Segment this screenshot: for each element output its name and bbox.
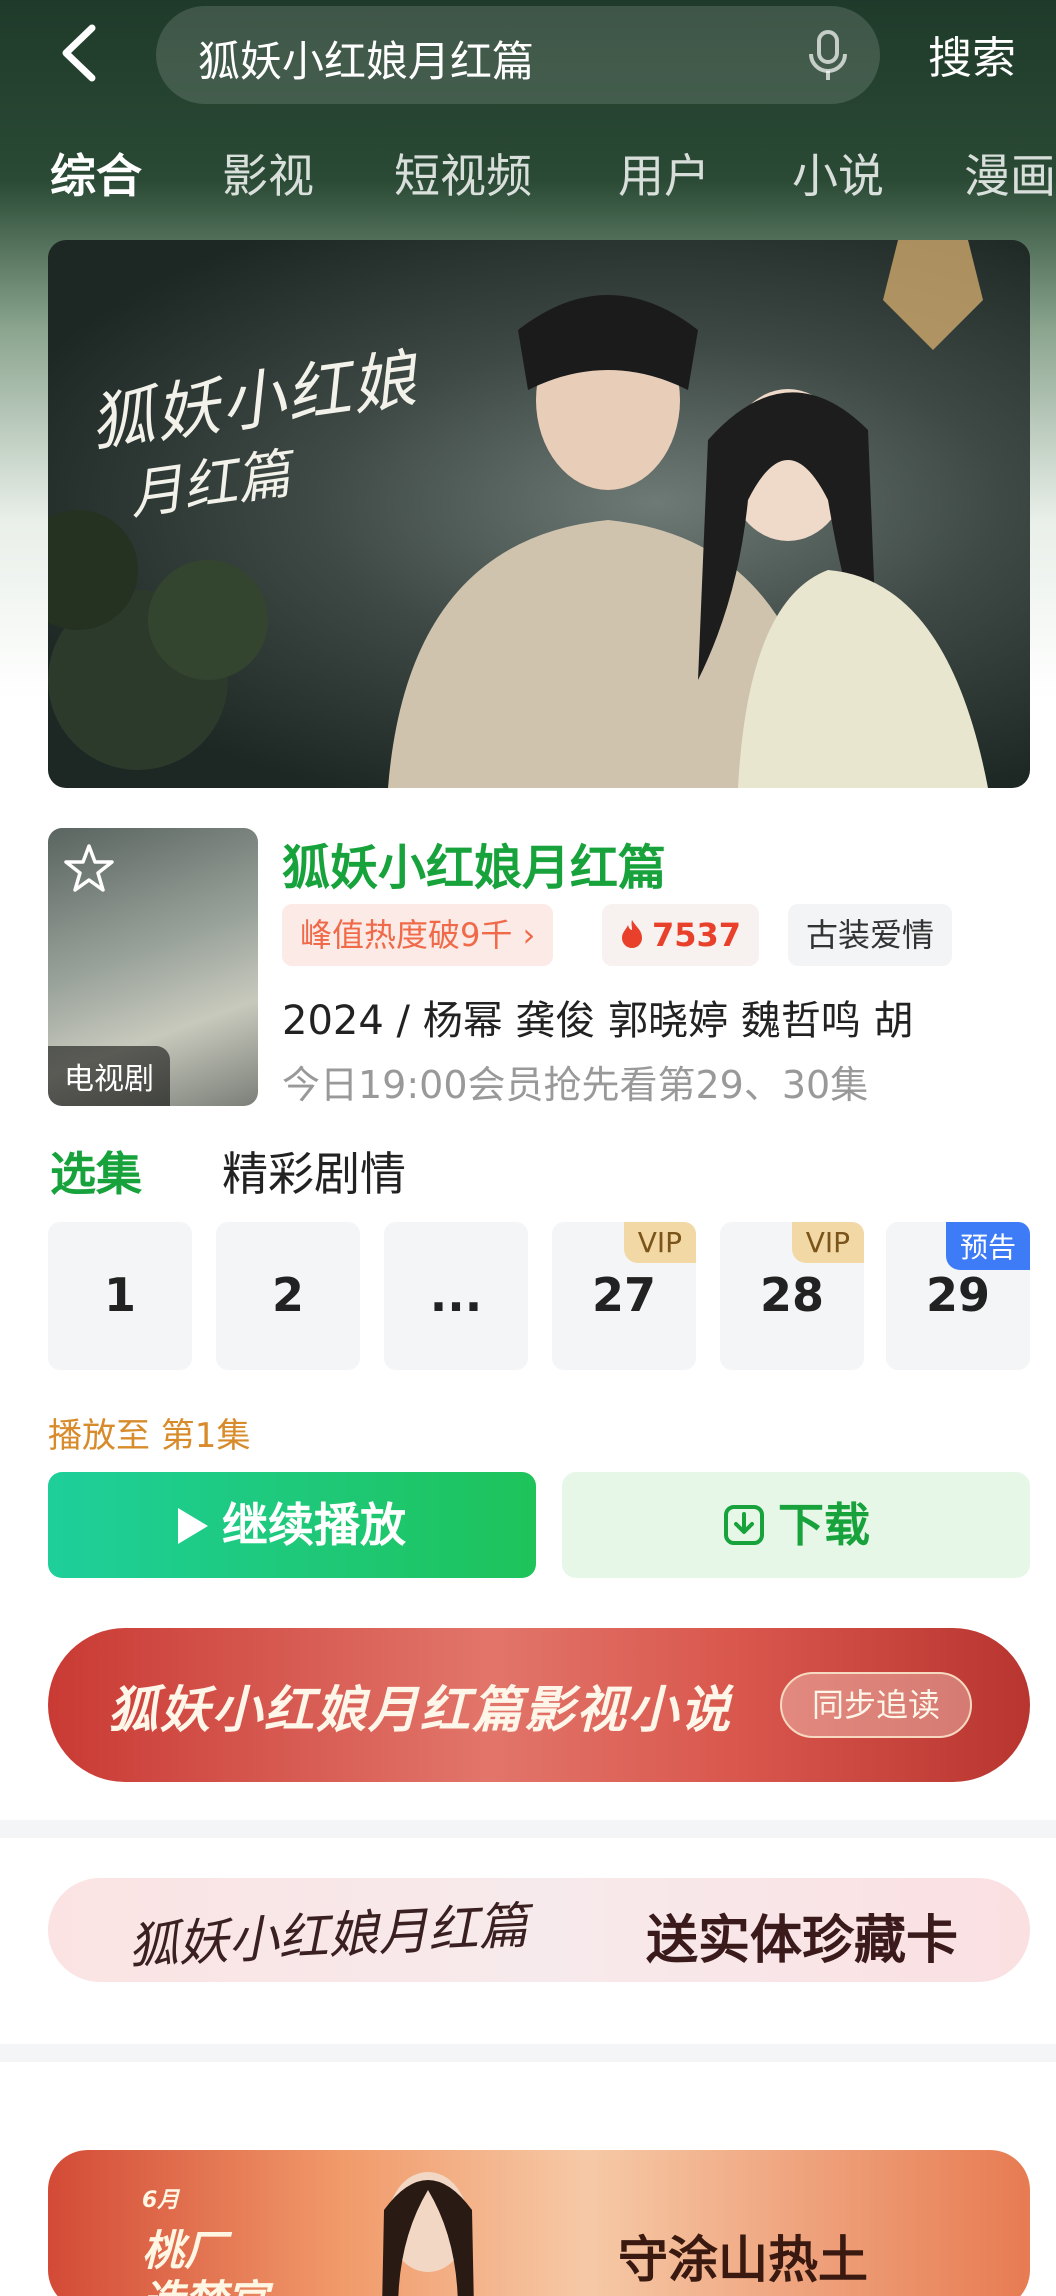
tab-highlights[interactable]: 精彩剧情 bbox=[222, 1138, 406, 1204]
episode-item-ellipsis[interactable]: ... bbox=[384, 1222, 528, 1370]
dream-month: 6月 bbox=[142, 2188, 180, 2213]
chevron-left-icon bbox=[62, 24, 96, 82]
episode-list: 1 2 ... VIP 27 VIP 28 预告 29 bbox=[48, 1222, 1030, 1370]
card-banner-promo: 送实体珍藏卡 bbox=[646, 1911, 959, 1971]
continue-play-label: 继续播放 bbox=[222, 1498, 406, 1552]
card-banner-title: 狐妖小红娘月红篇 bbox=[126, 1896, 530, 1976]
update-notice: 今日19:00会员抢先看第29、30集 bbox=[282, 1063, 869, 1107]
episode-item[interactable]: 1 bbox=[48, 1222, 192, 1370]
episode-number: 1 bbox=[103, 1268, 136, 1322]
type-badge: 电视剧 bbox=[48, 1046, 170, 1106]
show-title[interactable]: 狐妖小红娘月红篇 bbox=[282, 828, 666, 898]
episode-item[interactable]: 预告 29 bbox=[886, 1222, 1030, 1370]
vip-badge: VIP bbox=[791, 1222, 864, 1263]
episode-item[interactable]: 2 bbox=[216, 1222, 360, 1370]
download-icon bbox=[724, 1505, 764, 1545]
heat-count-tag: 7537 bbox=[602, 904, 760, 966]
actress-portrait bbox=[382, 2172, 474, 2296]
heat-count: 7537 bbox=[652, 916, 742, 954]
novel-banner[interactable]: 狐妖小红娘月红篇影视小说 同步追读 bbox=[48, 1628, 1030, 1782]
show-poster[interactable]: 狐妖小红娘 月红篇 bbox=[48, 240, 1030, 788]
download-button[interactable]: 下载 bbox=[562, 1472, 1030, 1578]
star-icon[interactable] bbox=[62, 842, 116, 896]
show-meta: 2024 / 杨幂 龚俊 郭晓婷 魏哲鸣 胡 bbox=[282, 998, 914, 1044]
tab-all[interactable]: 综合 bbox=[50, 140, 142, 206]
episode-number: 27 bbox=[591, 1268, 656, 1322]
section-divider bbox=[0, 2044, 1056, 2062]
episode-number: ... bbox=[429, 1268, 483, 1322]
episode-number: 2 bbox=[271, 1268, 304, 1322]
download-label: 下载 bbox=[778, 1498, 870, 1552]
episode-item[interactable]: VIP 28 bbox=[720, 1222, 864, 1370]
collector-card-banner[interactable]: 狐妖小红娘月红篇 送实体珍藏卡 bbox=[48, 1878, 1030, 1982]
novel-banner-text: 狐妖小红娘月红篇影视小说 bbox=[108, 1681, 732, 1739]
tab-comics[interactable]: 漫画 bbox=[964, 140, 1056, 206]
search-input[interactable]: 狐妖小红娘月红篇 bbox=[156, 6, 880, 104]
search-button[interactable]: 搜索 bbox=[928, 22, 1016, 86]
vip-badge: VIP bbox=[623, 1222, 696, 1263]
tab-film-tv[interactable]: 影视 bbox=[222, 140, 314, 206]
microphone-icon[interactable] bbox=[806, 30, 850, 82]
tab-episodes[interactable]: 选集 bbox=[50, 1138, 142, 1204]
dream-banner-text: 守涂山热土 bbox=[618, 2231, 868, 2289]
episode-item[interactable]: VIP 27 bbox=[552, 1222, 696, 1370]
dream-logo-text: 桃厂 造梦官 bbox=[142, 2226, 268, 2296]
tab-short-video[interactable]: 短视频 bbox=[394, 140, 532, 206]
play-icon bbox=[178, 1508, 208, 1544]
preview-badge: 预告 bbox=[945, 1222, 1030, 1270]
continue-play-button[interactable]: 继续播放 bbox=[48, 1472, 536, 1578]
tab-novels[interactable]: 小说 bbox=[792, 140, 884, 206]
search-query: 狐妖小红娘月红篇 bbox=[198, 37, 535, 86]
episode-number: 29 bbox=[925, 1268, 990, 1322]
flame-icon bbox=[622, 920, 642, 948]
sync-read-button[interactable]: 同步追读 bbox=[779, 1672, 972, 1738]
search-bar-row: 狐妖小红娘月红篇 搜索 bbox=[0, 0, 1056, 110]
tab-users[interactable]: 用户 bbox=[618, 140, 710, 206]
heat-tag[interactable]: 峰值热度破9千 › bbox=[282, 904, 554, 966]
dream-officer-banner[interactable]: 6月 桃厂 造梦官 守涂山热土 bbox=[48, 2150, 1030, 2296]
genre-tag[interactable]: 古装爱情 bbox=[788, 904, 953, 966]
watch-progress: 播放至 第1集 bbox=[48, 1416, 251, 1456]
dream-officer-logo: 6月 桃厂 造梦官 bbox=[142, 2168, 268, 2296]
section-divider bbox=[0, 1820, 1056, 1838]
back-button[interactable] bbox=[52, 18, 112, 88]
episode-number: 28 bbox=[759, 1268, 824, 1322]
category-tabs: 综合 影视 短视频 用户 小说 漫画 bbox=[0, 140, 1056, 220]
show-thumbnail[interactable]: 电视剧 bbox=[48, 828, 258, 1106]
